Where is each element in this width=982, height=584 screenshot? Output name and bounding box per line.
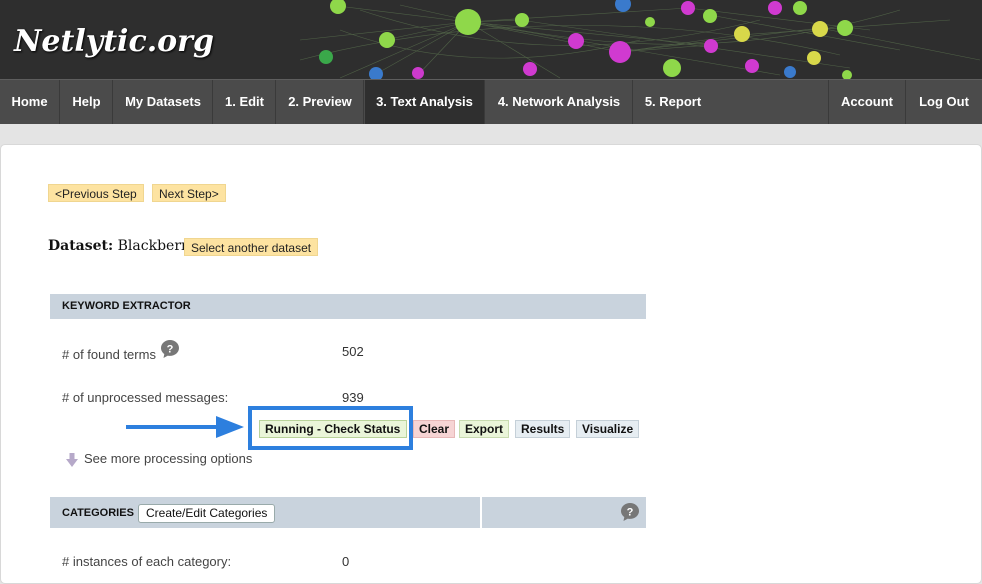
results-button[interactable]: Results <box>515 420 571 438</box>
more-processing-options-link[interactable]: See more processing options <box>66 451 252 467</box>
header-banner: Netlytic.org <box>0 0 982 79</box>
section-title: CATEGORIES <box>62 507 134 519</box>
section-title: KEYWORD EXTRACTOR <box>62 300 191 312</box>
export-button[interactable]: Export <box>459 420 510 438</box>
nav-edit[interactable]: 1. Edit <box>214 80 276 124</box>
next-step-button[interactable]: Next Step> <box>152 184 226 202</box>
keyword-extractor-header: KEYWORD EXTRACTOR <box>50 294 646 319</box>
svg-text:?: ? <box>627 507 634 519</box>
previous-step-button[interactable]: <Previous Step <box>48 184 144 202</box>
nav-preview[interactable]: 2. Preview <box>277 80 364 124</box>
help-icon[interactable]: ? <box>160 339 180 359</box>
nav-report[interactable]: 5. Report <box>634 80 712 124</box>
category-instances-value: 0 <box>342 554 350 569</box>
unprocessed-messages-label: # of unprocessed messages: <box>62 390 229 405</box>
running-check-status-button[interactable]: Running - Check Status <box>259 420 407 438</box>
create-edit-categories-button[interactable]: Create/Edit Categories <box>138 504 276 523</box>
main-nav: Home Help My Datasets 1. Edit 2. Preview… <box>0 79 982 124</box>
dataset-line: Dataset: Blackberry <box>48 238 196 254</box>
netlytic-logo[interactable]: Netlytic.org <box>14 24 214 59</box>
select-dataset-button[interactable]: Select another dataset <box>184 238 319 256</box>
more-processing-options-label: See more processing options <box>84 451 253 466</box>
svg-text:?: ? <box>167 344 174 356</box>
nav-text-analysis[interactable]: 3. Text Analysis <box>365 80 485 124</box>
nav-log-out[interactable]: Log Out <box>906 80 982 124</box>
arrow-down-icon <box>66 452 78 467</box>
unprocessed-messages-value: 939 <box>342 390 364 405</box>
found-terms-label: # of found terms <box>62 347 156 362</box>
visualize-button[interactable]: Visualize <box>576 420 640 438</box>
nav-my-datasets[interactable]: My Datasets <box>114 80 213 124</box>
pointer-arrow-icon <box>126 416 244 438</box>
nav-account[interactable]: Account <box>828 80 906 124</box>
nav-home[interactable]: Home <box>0 80 60 124</box>
category-instances-label: # instances of each category: <box>62 554 232 569</box>
found-terms-value: 502 <box>342 344 364 359</box>
dataset-label: Dataset: <box>48 238 114 254</box>
nav-network-analysis[interactable]: 4. Network Analysis <box>486 80 633 124</box>
clear-button[interactable]: Clear <box>413 420 456 438</box>
nav-help[interactable]: Help <box>61 80 113 124</box>
help-icon[interactable]: ? <box>620 502 640 522</box>
